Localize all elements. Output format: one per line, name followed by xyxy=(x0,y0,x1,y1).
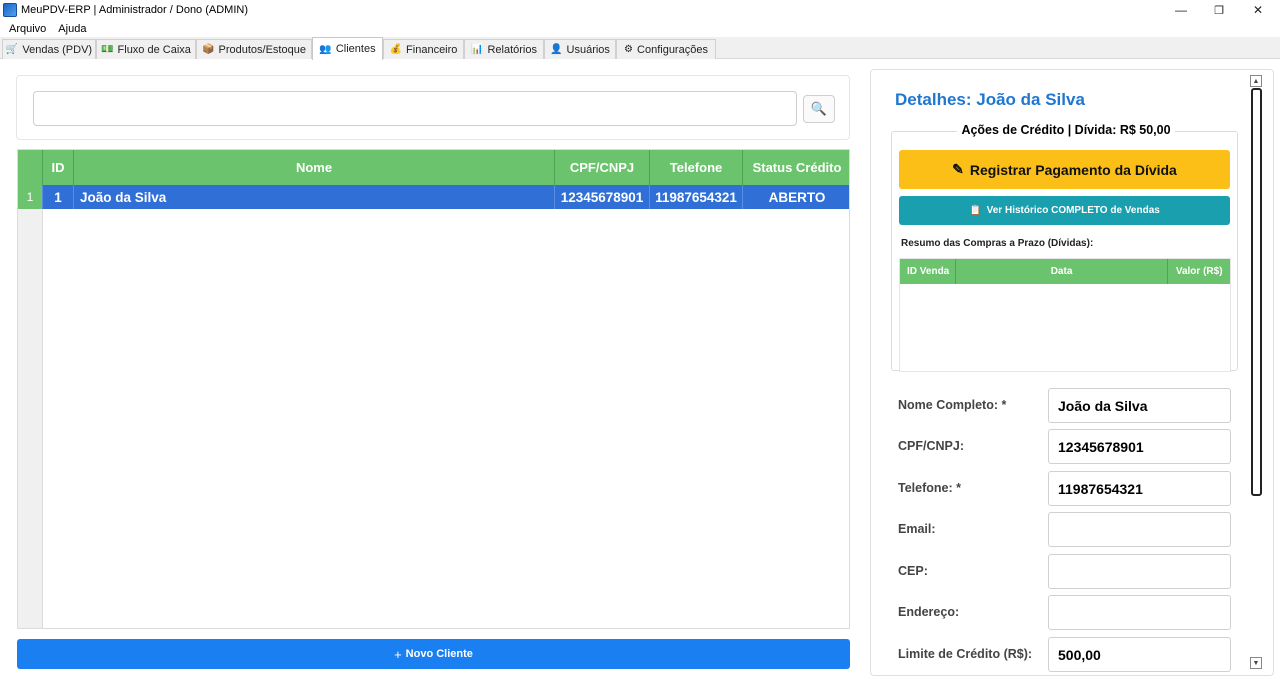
endereco-label: Endereço: xyxy=(898,605,960,619)
search-panel: 🔍 xyxy=(16,75,850,140)
clipboard-icon: 📋 xyxy=(969,205,982,216)
debts-table: ID Venda Data Valor (R$) xyxy=(899,258,1231,372)
tab-label: Produtos/Estoque xyxy=(218,43,306,56)
cep-label: CEP: xyxy=(898,564,928,578)
main-tabs: 🛒 Vendas (PDV) 💵 Fluxo de Caixa 📦 Produt… xyxy=(0,37,1280,60)
field-limite: Limite de Crédito (R$): 500,00 xyxy=(898,637,1238,673)
cart-icon: 🛒 xyxy=(5,44,19,55)
view-history-button[interactable]: 📋 Ver Histórico COMPLETO de Vendas xyxy=(899,196,1230,225)
col-header-id[interactable]: ID xyxy=(43,150,74,185)
gear-icon: ⚙ xyxy=(624,44,634,55)
telefone-label: Telefone: * xyxy=(898,481,961,495)
tab-label: Vendas (PDV) xyxy=(22,43,93,56)
email-input[interactable] xyxy=(1048,512,1231,547)
view-history-label: Ver Histórico COMPLETO de Vendas xyxy=(986,205,1160,216)
tab-vendas[interactable]: 🛒 Vendas (PDV) xyxy=(2,39,96,59)
scroll-up-button[interactable]: ▲ xyxy=(1250,75,1262,87)
search-input[interactable] xyxy=(33,91,797,126)
close-button[interactable]: ✕ xyxy=(1240,0,1276,20)
window-titlebar: MeuPDV-ERP | Administrador / Dono (ADMIN… xyxy=(0,0,1280,20)
cell-cpf[interactable]: 12345678901 xyxy=(555,185,650,209)
details-scrollbar[interactable]: ▲ ▼ xyxy=(1250,75,1264,673)
new-client-button[interactable]: + Novo Cliente xyxy=(17,639,850,669)
pencil-icon: ✎ xyxy=(952,161,964,177)
email-label: Email: xyxy=(898,522,936,536)
tab-produtos-estoque[interactable]: 📦 Produtos/Estoque xyxy=(196,39,312,59)
col-header-valor[interactable]: Valor (R$) xyxy=(1168,259,1230,284)
table-row[interactable]: 1 1 João da Silva 12345678901 1198765432… xyxy=(18,185,849,209)
col-header-nome[interactable]: Nome xyxy=(74,150,555,185)
cep-input[interactable] xyxy=(1048,554,1231,589)
window-title: MeuPDV-ERP | Administrador / Dono (ADMIN… xyxy=(21,4,249,16)
chart-icon: 📊 xyxy=(471,44,484,55)
field-endereco: Endereço: xyxy=(898,595,1238,631)
tab-clientes[interactable]: 👥 Clientes xyxy=(312,37,383,60)
search-icon: 🔍 xyxy=(810,101,828,116)
row-header-column xyxy=(18,150,43,628)
tab-label: Financeiro xyxy=(406,43,458,56)
col-header-cpf[interactable]: CPF/CNPJ xyxy=(555,150,650,185)
details-panel: Detalhes: João da Silva Ações de Crédito… xyxy=(870,69,1274,676)
new-client-label: Novo Cliente xyxy=(405,648,473,660)
tab-usuarios[interactable]: 👤 Usuários xyxy=(544,39,616,59)
details-title: Detalhes: João da Silva xyxy=(895,90,1085,109)
cash-icon: 💵 xyxy=(101,44,114,55)
nome-label: Nome Completo: * xyxy=(898,398,1007,412)
col-header-status[interactable]: Status Crédito xyxy=(743,150,849,185)
search-button[interactable]: 🔍 xyxy=(803,95,835,123)
telefone-input[interactable]: 11987654321 xyxy=(1048,471,1231,506)
row-header[interactable]: 1 xyxy=(18,185,43,209)
debts-table-header: ID Venda Data Valor (R$) xyxy=(900,259,1230,284)
col-header-telefone[interactable]: Telefone xyxy=(650,150,743,185)
nome-input[interactable]: João da Silva xyxy=(1048,388,1231,423)
limite-input[interactable]: 500,00 xyxy=(1048,637,1231,672)
col-header-id-venda[interactable]: ID Venda xyxy=(900,259,956,284)
menu-ajuda[interactable]: Ajuda xyxy=(58,23,86,35)
endereco-input[interactable] xyxy=(1048,595,1231,630)
box-icon: 📦 xyxy=(202,44,215,55)
register-payment-button[interactable]: ✎ Registrar Pagamento da Dívida xyxy=(899,150,1230,189)
cell-id[interactable]: 1 xyxy=(43,185,74,209)
field-telefone: Telefone: * 11987654321 xyxy=(898,471,1238,507)
app-icon xyxy=(3,3,17,17)
menu-bar: Arquivo Ajuda xyxy=(0,20,1280,37)
tab-fluxo-de-caixa[interactable]: 💵 Fluxo de Caixa xyxy=(96,39,196,59)
col-header-data[interactable]: Data xyxy=(956,259,1169,284)
menu-arquivo[interactable]: Arquivo xyxy=(9,23,46,35)
summary-label: Resumo das Compras a Prazo (Dívidas): xyxy=(901,238,1094,249)
register-payment-label: Registrar Pagamento da Dívida xyxy=(969,161,1177,178)
cell-telefone[interactable]: 11987654321 xyxy=(650,185,743,209)
field-cpf: CPF/CNPJ: 12345678901 xyxy=(898,429,1238,465)
tab-configuracoes[interactable]: ⚙ Configurações xyxy=(616,39,716,59)
field-email: Email: xyxy=(898,512,1238,548)
credit-group-title: Ações de Crédito | Dívida: R$ 50,00 xyxy=(871,123,1261,137)
cell-status[interactable]: ABERTO xyxy=(743,185,849,209)
maximize-button[interactable]: ❐ xyxy=(1201,0,1237,20)
users-icon: 👥 xyxy=(319,43,332,55)
cpf-label: CPF/CNPJ: xyxy=(898,439,964,453)
cpf-input[interactable]: 12345678901 xyxy=(1048,429,1231,464)
tab-relatorios[interactable]: 📊 Relatórios xyxy=(464,39,544,59)
tab-label: Fluxo de Caixa xyxy=(117,43,191,56)
scroll-down-button[interactable]: ▼ xyxy=(1250,657,1262,669)
field-cep: CEP: xyxy=(898,554,1238,590)
tab-financeiro[interactable]: 💰 Financeiro xyxy=(383,39,464,59)
limite-label: Limite de Crédito (R$): xyxy=(898,647,1033,661)
cell-nome[interactable]: João da Silva xyxy=(74,185,555,209)
scroll-thumb[interactable] xyxy=(1251,88,1262,496)
credit-group-title-text: Ações de Crédito | Dívida: R$ 50,00 xyxy=(957,123,1175,137)
user-icon: 👤 xyxy=(550,44,563,55)
money-bag-icon: 💰 xyxy=(389,44,403,55)
clients-table: ID Nome CPF/CNPJ Telefone Status Crédito… xyxy=(17,149,850,629)
field-nome: Nome Completo: * João da Silva xyxy=(898,388,1238,424)
corner-header xyxy=(18,150,43,185)
table-header: ID Nome CPF/CNPJ Telefone Status Crédito xyxy=(18,150,849,185)
clientes-page: 🔍 ID Nome CPF/CNPJ Telefone Status Crédi… xyxy=(0,59,1280,686)
plus-icon: + xyxy=(394,646,402,662)
tab-label: Configurações xyxy=(637,43,708,56)
minimize-button[interactable]: — xyxy=(1163,0,1199,20)
tab-label: Relatórios xyxy=(487,43,537,56)
tab-label: Clientes xyxy=(335,43,376,55)
tab-label: Usuários xyxy=(566,43,610,56)
